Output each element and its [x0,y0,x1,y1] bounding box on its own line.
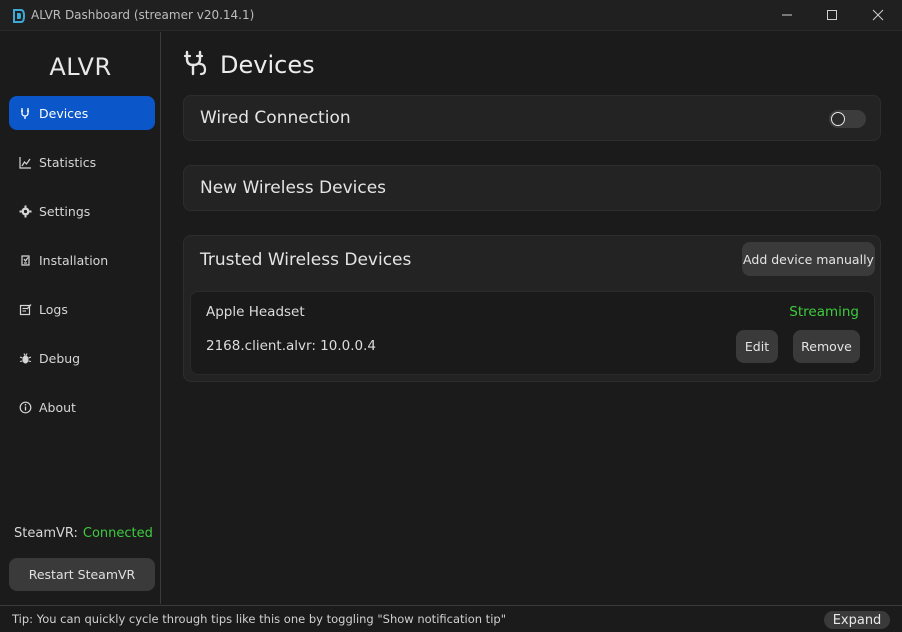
sidebar-item-label: Debug [39,350,81,366]
alvr-logo-icon [12,8,26,23]
installation-icon [19,254,32,267]
info-icon [19,401,32,414]
steamvr-status: SteamVR: Connected [14,526,153,541]
sidebar: ALVR Devices Statistics Settings Install… [0,32,161,604]
sidebar-item-settings[interactable]: Settings [9,194,155,228]
restart-steamvr-button[interactable]: Restart SteamVR [9,558,155,591]
sidebar-item-debug[interactable]: Debug [9,341,155,375]
sidebar-item-label: Statistics [39,154,97,170]
sidebar-item-label: Installation [39,252,109,268]
close-button[interactable] [855,0,901,31]
steamvr-label: SteamVR: [14,526,78,541]
page-title: Devices [220,51,315,79]
minimize-button[interactable] [764,0,810,31]
toggle-knob [831,112,845,126]
trusted-wireless-devices-card: Trusted Wireless Devices Add device manu… [183,235,881,382]
sidebar-item-installation[interactable]: Installation [9,243,155,277]
new-wireless-devices-card: New Wireless Devices [183,165,881,211]
maximize-icon [826,6,838,25]
maximize-button[interactable] [809,0,855,31]
device-address: 2168.client.alvr: 10.0.0.4 [206,338,377,354]
gear-icon [19,205,32,218]
sidebar-item-label: Logs [39,301,68,317]
wired-connection-title: Wired Connection [200,108,351,128]
new-wireless-devices-title: New Wireless Devices [200,178,387,198]
sidebar-item-label: Settings [39,203,91,219]
sidebar-item-about[interactable]: About [9,390,155,424]
sidebar-item-devices[interactable]: Devices [9,96,155,130]
wired-connection-card: Wired Connection [183,95,881,141]
plug-icon [183,50,220,80]
bug-icon [19,352,32,365]
wired-connection-toggle[interactable] [829,110,866,128]
remove-device-button[interactable]: Remove [793,330,860,363]
logs-icon [19,303,32,316]
add-device-manually-button[interactable]: Add device manually [742,242,875,276]
sidebar-item-label: About [39,399,76,415]
device-status: Streaming [789,304,859,320]
notification-tip-bar: Tip: You can quickly cycle through tips … [0,605,902,632]
page-header: Devices [183,50,315,80]
title-bar: ALVR Dashboard (streamer v20.14.1) [0,0,902,31]
expand-button[interactable]: Expand [824,611,890,629]
edit-device-button[interactable]: Edit [736,330,778,363]
sidebar-item-statistics[interactable]: Statistics [9,145,155,179]
close-icon [872,6,884,25]
sidebar-item-logs[interactable]: Logs [9,292,155,326]
device-name: Apple Headset [206,304,305,320]
notification-tip: Tip: You can quickly cycle through tips … [12,612,506,626]
minimize-icon [781,6,793,25]
trusted-wireless-devices-title: Trusted Wireless Devices [200,250,412,270]
brand-title: ALVR [49,53,112,81]
device-item: Apple Headset Streaming 2168.client.alvr… [190,291,875,375]
chart-icon [19,156,32,169]
steamvr-status-value: Connected [82,526,153,541]
window-title: ALVR Dashboard (streamer v20.14.1) [31,8,255,22]
sidebar-item-label: Devices [39,105,89,121]
plug-icon [19,107,32,120]
